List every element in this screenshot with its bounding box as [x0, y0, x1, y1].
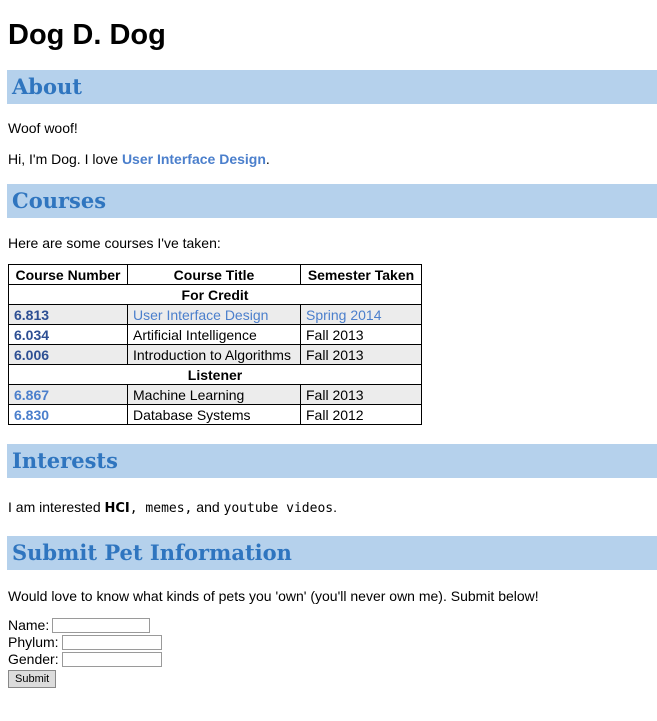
group-row-for-credit: For Credit [8, 284, 422, 305]
interests-heading: Interests [7, 444, 657, 478]
interest-youtube: youtube videos [223, 501, 334, 516]
course-semester: Fall 2013 [300, 384, 422, 405]
name-label: Name: [8, 617, 50, 633]
page: Dog D. Dog About Woof woof! Hi, I'm Dog.… [0, 0, 657, 688]
course-semester: Fall 2013 [300, 324, 422, 345]
course-title: Artificial Intelligence [127, 324, 301, 345]
interests-text: I am interested HCI, memes, and youtube … [8, 498, 649, 518]
course-number-link[interactable]: 6.867 [8, 384, 128, 405]
interest-memes: , memes, [129, 501, 193, 516]
page-title: Dog D. Dog [8, 19, 166, 51]
courses-intro: Here are some courses I've taken: [8, 235, 221, 251]
table-row: 6.034 Artificial Intelligence Fall 2013 [8, 324, 422, 345]
table-row: 6.006 Introduction to Algorithms Fall 20… [8, 344, 422, 365]
about-line-1: Woof woof! [8, 120, 78, 136]
name-input[interactable] [52, 618, 151, 633]
about-line-2: Hi, I'm Dog. I love User Interface Desig… [8, 150, 649, 168]
courses-heading: Courses [7, 184, 657, 218]
course-title: Machine Learning [127, 384, 301, 405]
course-number-link[interactable]: 6.034 [8, 324, 128, 345]
course-number-link[interactable]: 6.006 [8, 344, 128, 365]
gender-label: Gender: [8, 651, 59, 667]
course-semester: Fall 2013 [300, 344, 422, 365]
group-label: Listener [8, 364, 422, 385]
courses-table: Course Number Course Title Semester Take… [8, 264, 422, 425]
interests-prefix: I am interested [8, 499, 105, 515]
group-row-listener: Listener [8, 364, 422, 385]
table-row: 6.830 Database Systems Fall 2012 [8, 404, 422, 425]
col-course-title: Course Title [127, 264, 301, 285]
gender-input[interactable] [61, 652, 162, 667]
col-course-number: Course Number [8, 264, 128, 285]
table-row: 6.813 User Interface Design Spring 2014 [8, 304, 422, 325]
about-heading: About [7, 70, 657, 104]
course-number-link[interactable]: 6.830 [8, 404, 128, 425]
course-title: Database Systems [127, 404, 301, 425]
gender-row: Gender: [8, 651, 649, 668]
submit-button[interactable]: Submit [8, 670, 57, 688]
submit-heading: Submit Pet Information [7, 536, 657, 570]
phylum-label: Phylum: [8, 634, 59, 650]
courses-header-row: Course Number Course Title Semester Take… [8, 264, 422, 285]
about-line-2-suffix: . [265, 151, 270, 167]
pet-form: Name: Phylum: Gender: Submit [8, 617, 649, 688]
phylum-input[interactable] [61, 635, 162, 650]
phylum-row: Phylum: [8, 634, 649, 651]
about-line-2-prefix: Hi, I'm Dog. I love [8, 151, 122, 167]
course-semester-link[interactable]: Spring 2014 [300, 304, 422, 325]
name-row: Name: [8, 617, 649, 634]
submit-intro: Would love to know what kinds of pets yo… [8, 588, 539, 604]
table-row: 6.867 Machine Learning Fall 2013 [8, 384, 422, 405]
interest-hci: HCI [104, 501, 130, 516]
group-label: For Credit [8, 284, 422, 305]
course-semester: Fall 2012 [300, 404, 422, 425]
course-title-link[interactable]: User Interface Design [127, 304, 301, 325]
uid-link[interactable]: User Interface Design [122, 151, 266, 167]
interests-suffix: . [333, 499, 337, 515]
course-number-link[interactable]: 6.813 [8, 304, 128, 325]
course-title: Introduction to Algorithms [127, 344, 301, 365]
interests-and: and [192, 499, 224, 515]
col-semester: Semester Taken [300, 264, 422, 285]
